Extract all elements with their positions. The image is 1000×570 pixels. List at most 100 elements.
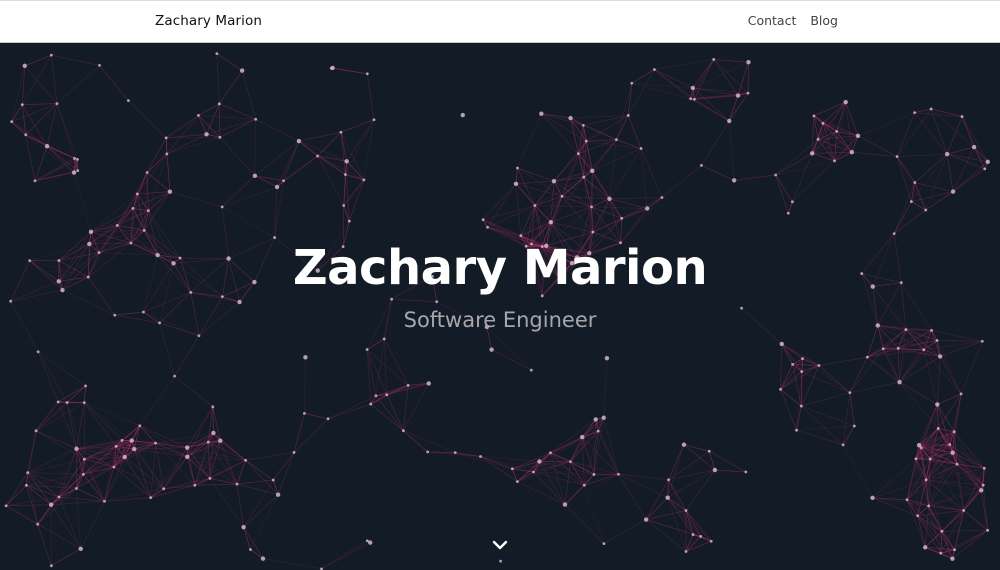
network-edge	[166, 136, 220, 155]
network-edge	[50, 504, 82, 550]
network-edge	[914, 182, 927, 211]
network-edge	[963, 510, 988, 531]
network-node	[204, 132, 209, 137]
network-node	[795, 428, 798, 432]
network-edge	[947, 146, 975, 155]
network-edge	[631, 69, 655, 84]
network-node	[735, 93, 741, 98]
network-node	[955, 462, 959, 466]
network-edge	[550, 419, 596, 454]
network-edge	[245, 460, 274, 481]
network-edge	[198, 103, 220, 116]
network-node	[217, 102, 221, 106]
network-node	[948, 443, 952, 446]
network-edge	[169, 191, 223, 208]
network-node	[653, 68, 656, 71]
network-edge	[953, 431, 985, 469]
network-node	[372, 118, 376, 122]
network-node	[952, 430, 956, 434]
network-node	[944, 151, 950, 157]
network-edge	[327, 403, 371, 420]
network-node	[114, 444, 118, 448]
nav-link-contact[interactable]: Contact	[748, 13, 797, 28]
network-node	[700, 163, 703, 167]
network-node	[135, 192, 139, 196]
brand-link[interactable]: Zachary Marion	[155, 13, 262, 29]
network-edge	[668, 479, 694, 535]
network-edge	[346, 119, 375, 162]
network-edge	[11, 121, 26, 136]
network-node	[142, 228, 146, 232]
network-edge	[586, 139, 617, 142]
network-node	[185, 454, 190, 460]
network-edge	[775, 174, 789, 214]
network-edge	[520, 221, 552, 237]
network-node	[132, 446, 137, 452]
network-edge	[255, 118, 300, 142]
network-edge	[925, 191, 954, 211]
network-node	[22, 63, 27, 68]
network-edge	[647, 197, 663, 209]
network-edge	[781, 343, 803, 372]
network-edge	[194, 441, 209, 486]
network-node	[960, 115, 964, 118]
network-edge	[645, 479, 669, 520]
network-node	[979, 488, 984, 493]
network-edge	[924, 505, 930, 548]
network-node	[897, 379, 902, 385]
network-node	[220, 205, 224, 209]
network-edge	[917, 515, 955, 551]
network-edge	[146, 172, 171, 192]
network-edge	[298, 131, 342, 142]
network-edge	[250, 494, 279, 550]
network-edge	[51, 54, 100, 66]
network-node	[980, 339, 984, 343]
network-edge	[896, 156, 916, 183]
network-edge	[321, 542, 371, 570]
network-edge	[592, 170, 610, 200]
network-node	[481, 218, 485, 222]
network-node	[365, 348, 369, 351]
network-node	[120, 438, 124, 442]
network-node	[939, 551, 943, 555]
network-edge	[348, 179, 365, 222]
network-node	[905, 498, 909, 502]
network-edge	[857, 112, 915, 137]
network-node	[950, 189, 956, 194]
network-node	[385, 393, 389, 397]
network-edge	[701, 165, 735, 181]
network-edge	[137, 153, 168, 195]
network-edge	[35, 402, 68, 432]
network-node	[193, 483, 197, 487]
network-edge	[11, 121, 48, 147]
network-node	[249, 548, 252, 551]
network-node	[639, 147, 643, 150]
network-node	[950, 556, 955, 561]
network-edge	[219, 70, 243, 105]
network-edge	[792, 153, 813, 202]
network-edge	[304, 357, 306, 414]
network-node	[816, 137, 820, 141]
network-node	[786, 211, 790, 215]
network-edge	[849, 392, 855, 427]
chevron-down-icon[interactable]	[490, 535, 510, 555]
network-edge	[685, 536, 701, 552]
network-node	[821, 121, 825, 125]
network-node	[271, 478, 275, 482]
network-edge	[35, 401, 59, 432]
network-node	[922, 545, 928, 550]
network-node	[235, 482, 239, 486]
network-edge	[685, 510, 694, 535]
network-edge	[25, 134, 75, 173]
network-node	[244, 458, 248, 462]
network-edge	[654, 59, 714, 70]
network-edge	[515, 183, 563, 197]
network-edge	[734, 174, 776, 181]
network-edge	[150, 447, 188, 498]
nav-link-blog[interactable]: Blog	[810, 13, 838, 28]
network-edge	[937, 340, 983, 342]
network-edge	[960, 341, 983, 395]
network-edge	[90, 230, 145, 233]
network-edge	[541, 113, 571, 119]
network-edge	[11, 103, 58, 123]
